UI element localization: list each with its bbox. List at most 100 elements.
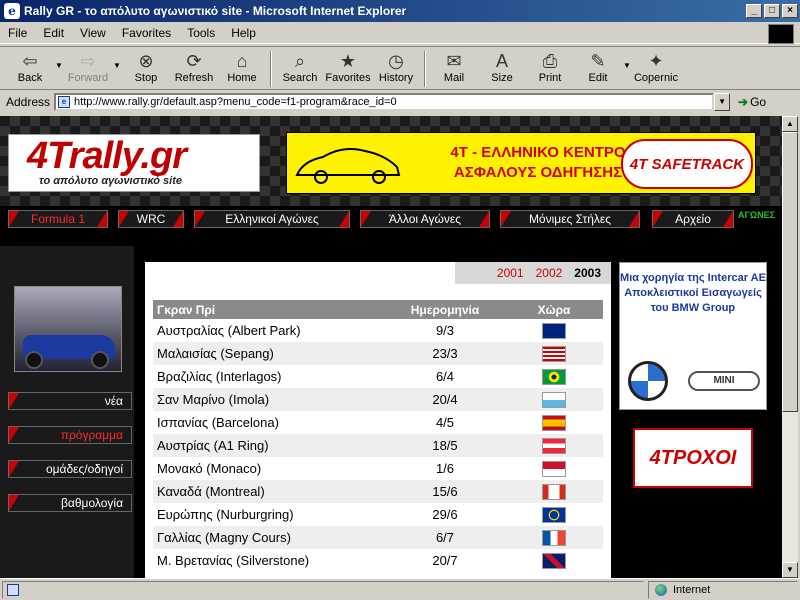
menu-file[interactable]: File <box>8 26 27 40</box>
race-date: 6/4 <box>435 369 455 384</box>
copernic-icon: ✦ <box>648 51 664 71</box>
print-button[interactable]: ⎙ Print <box>526 51 574 84</box>
nav-other-races[interactable]: Άλλοι Αγώνες <box>360 210 490 228</box>
menu-help[interactable]: Help <box>231 26 256 40</box>
home-icon: ⌂ <box>236 51 248 71</box>
flag-icon-ca <box>542 483 566 500</box>
menu-view[interactable]: View <box>80 26 106 40</box>
bmw-logo <box>628 361 668 401</box>
copernic-button[interactable]: ✦ Copernic <box>632 51 680 84</box>
sponsor-box[interactable]: Μια χορηγία της Intercar AE Αποκλειστικο… <box>619 262 767 410</box>
favorites-button[interactable]: ★ Favorites <box>324 51 372 84</box>
race-date: 15/6 <box>432 484 458 499</box>
races-table: Γκραν Πρί Ημερομηνία Χώρα Αυστραλίας (Al… <box>153 300 603 572</box>
nav-formula-1[interactable]: Formula 1 <box>8 210 108 228</box>
banner-ad[interactable]: 4T - ΕΛΛΗΝΙΚΟ ΚΕΝΤΡΟ ΑΣΦΑΛΟΥΣ ΟΔΗΓΗΣΗΣ 4… <box>286 132 756 194</box>
forward-arrow-icon: ⇨ <box>80 51 96 71</box>
table-row: Μονακό (Monaco) 1/6 <box>153 457 603 480</box>
title-bar: e Rally GR - το απόλυτο αγωνιστικό site … <box>0 0 800 22</box>
year-tab-2002[interactable]: 2002 <box>536 266 563 280</box>
menu-edit[interactable]: Edit <box>43 26 64 40</box>
ie-icon: e <box>4 3 20 19</box>
table-row: Γαλλίας (Magny Cours) 6/7 <box>153 526 603 549</box>
printer-icon: ⎙ <box>542 51 558 71</box>
nav-archive[interactable]: Αρχείο <box>652 210 734 228</box>
mini-logo: MINI <box>688 371 760 391</box>
year-tab-2003[interactable]: 2003 <box>574 266 601 280</box>
minimize-button[interactable]: _ <box>746 4 762 18</box>
size-button[interactable]: A Size <box>478 51 526 84</box>
refresh-icon: ⟳ <box>186 51 202 71</box>
side-schedule[interactable]: πρόγραμμα <box>8 426 132 444</box>
page-icon: e <box>58 96 71 108</box>
main-nav: Formula 1 WRC Ελληνικοί Αγώνες Άλλοι Αγώ… <box>0 210 782 232</box>
maximize-button[interactable]: □ <box>764 4 780 18</box>
window-title: Rally GR - το απόλυτο αγωνιστικό site - … <box>24 4 407 18</box>
race-date: 18/5 <box>432 438 458 453</box>
forward-dropdown-icon[interactable]: ▼ <box>112 61 122 70</box>
logo-text: 4Trally.gr <box>27 135 187 177</box>
schedule-panel: 2001 2002 2003 Γκραν Πρί Ημερομηνία Χώρα… <box>145 262 611 578</box>
go-button[interactable]: ➔ Go <box>738 95 766 109</box>
gp-name[interactable]: Βραζιλίας (Interlagos) <box>153 369 385 384</box>
side-news[interactable]: νέα <box>8 392 132 410</box>
nav-columns[interactable]: Μόνιμες Στήλες <box>500 210 640 228</box>
forward-button[interactable]: ⇨ Forward <box>64 51 112 84</box>
gp-name[interactable]: Μ. Βρετανίας (Silverstone) <box>153 553 385 568</box>
back-dropdown-icon[interactable]: ▼ <box>54 61 64 70</box>
gp-name[interactable]: Καναδά (Montreal) <box>153 484 385 499</box>
stop-button[interactable]: ⊗ Stop <box>122 51 170 84</box>
year-tabs: 2001 2002 2003 <box>455 262 611 284</box>
race-date: 1/6 <box>435 461 455 476</box>
edit-dropdown-icon[interactable]: ▼ <box>622 61 632 70</box>
gp-name[interactable]: Μονακό (Monaco) <box>153 461 385 476</box>
scroll-up-button[interactable]: ▲ <box>782 116 798 132</box>
history-button[interactable]: ◷ History <box>372 51 420 84</box>
gp-name[interactable]: Αυστρίας (A1 Ring) <box>153 438 385 453</box>
table-row: Καναδά (Montreal) 15/6 <box>153 480 603 503</box>
go-arrow-icon: ➔ <box>738 95 749 109</box>
edit-button[interactable]: ✎ Edit <box>574 51 622 84</box>
flag-icon-eu <box>542 506 566 523</box>
menu-tools[interactable]: Tools <box>187 26 215 40</box>
header-date: Ημερομηνία <box>410 302 480 317</box>
gp-name[interactable]: Γαλλίας (Magny Cours) <box>153 530 385 545</box>
mail-button[interactable]: ✉ Mail <box>430 51 478 84</box>
flag-icon-au <box>542 322 566 339</box>
header-country: Χώρα <box>537 302 571 317</box>
table-row: Αυστρίας (A1 Ring) 18/5 <box>153 434 603 457</box>
address-input[interactable]: e http://www.rally.gr/default.asp?menu_c… <box>54 93 715 111</box>
home-button[interactable]: ⌂ Home <box>218 51 266 84</box>
gp-name[interactable]: Ισπανίας (Barcelona) <box>153 415 385 430</box>
scroll-down-button[interactable]: ▼ <box>782 562 798 578</box>
side-teams-drivers[interactable]: ομάδες/οδηγοί <box>8 460 132 478</box>
race-date: 29/6 <box>432 507 458 522</box>
nav-greek-races[interactable]: Ελληνικοί Αγώνες <box>194 210 350 228</box>
left-panel <box>0 246 134 578</box>
side-standings[interactable]: βαθμολογία <box>8 494 132 512</box>
4trochoi-ad[interactable]: 4ΤΡΟΧΟΙ <box>633 428 753 488</box>
gp-name[interactable]: Σαν Μαρίνο (Imola) <box>153 392 385 407</box>
address-dropdown-button[interactable]: ▼ <box>714 93 731 111</box>
nav-wrc[interactable]: WRC <box>118 210 184 228</box>
table-row: Αυστραλίας (Albert Park) 9/3 <box>153 319 603 342</box>
address-label: Address <box>6 95 51 109</box>
year-tab-2001[interactable]: 2001 <box>497 266 524 280</box>
scroll-thumb[interactable] <box>782 132 798 412</box>
sponsor-text: Μια χορηγία της Intercar AE Αποκλειστικο… <box>620 272 766 314</box>
gp-name[interactable]: Μαλαισίας (Sepang) <box>153 346 385 361</box>
address-url: http://www.rally.gr/default.asp?menu_cod… <box>74 96 397 108</box>
menu-favorites[interactable]: Favorites <box>122 26 171 40</box>
gp-name[interactable]: Αυστραλίας (Albert Park) <box>153 323 385 338</box>
close-button[interactable]: × <box>782 4 798 18</box>
back-button[interactable]: ⇦ Back <box>6 51 54 84</box>
vertical-scrollbar[interactable]: ▲ ▼ <box>782 116 798 578</box>
banner-line-2: ΑΣΦΑΛΟΥΣ ΟΔΗΓΗΣΗΣ <box>453 164 623 181</box>
flag-icon-mc <box>542 460 566 477</box>
flag-icon-at <box>542 437 566 454</box>
edit-page-icon: ✎ <box>590 51 606 71</box>
search-button[interactable]: ⌕ Search <box>276 51 324 84</box>
site-logo[interactable]: 4Trally.gr το απόλυτο αγωνιστικό site <box>8 134 260 192</box>
refresh-button[interactable]: ⟳ Refresh <box>170 51 218 84</box>
gp-name[interactable]: Ευρώπης (Nurburgring) <box>153 507 385 522</box>
